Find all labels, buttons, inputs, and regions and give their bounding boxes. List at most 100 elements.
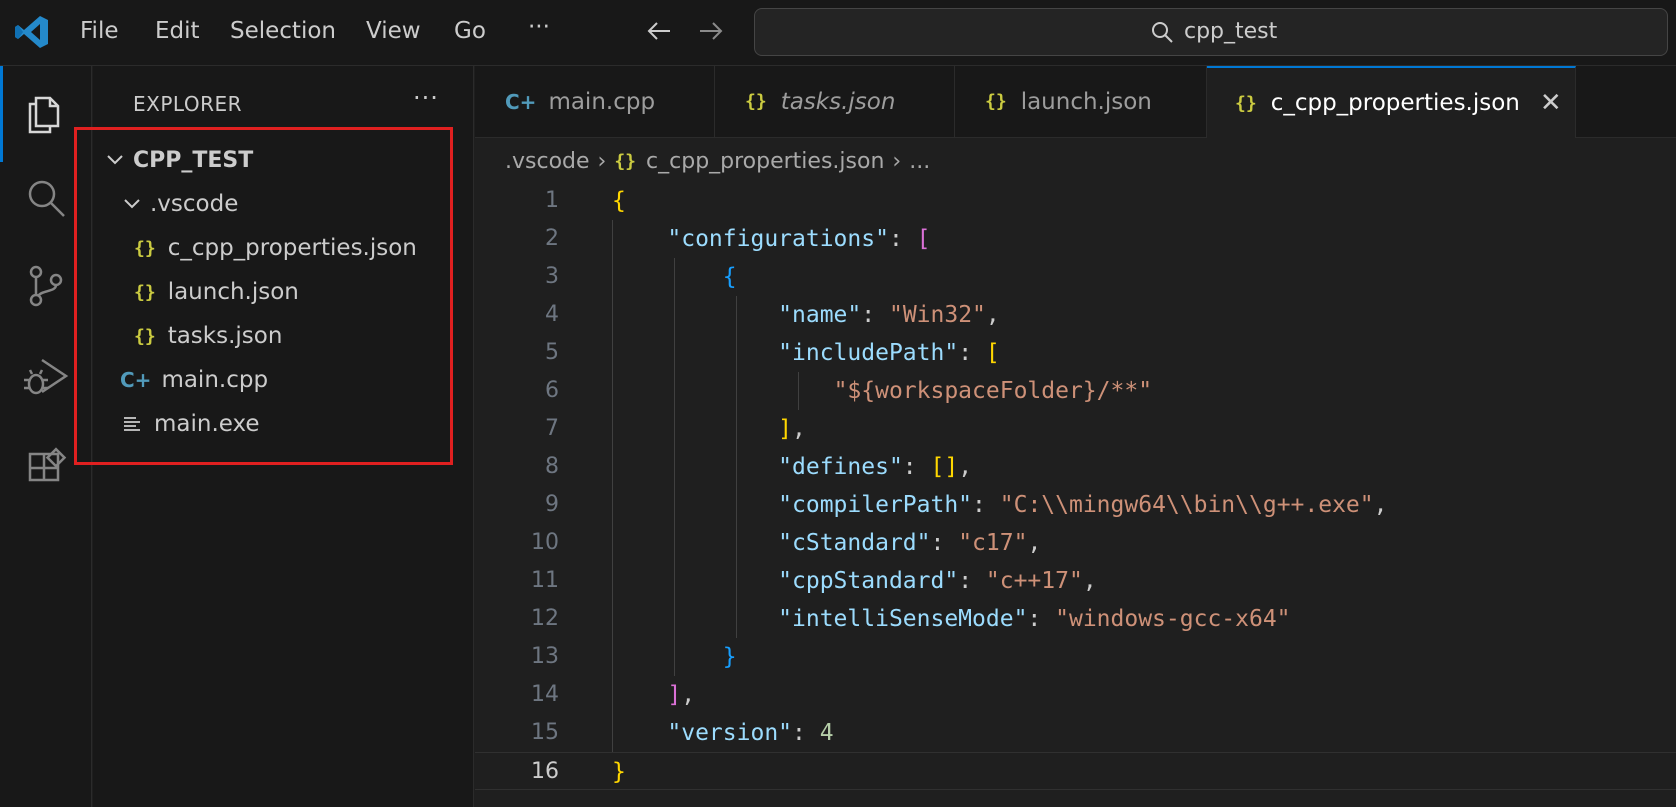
code-token: [] — [930, 454, 959, 480]
code-token: 4 — [819, 720, 834, 746]
code-token: : — [1027, 606, 1056, 632]
search-activity-icon[interactable] — [22, 174, 70, 222]
close-icon[interactable]: ✕ — [1540, 88, 1562, 118]
run-debug-icon[interactable] — [22, 352, 70, 400]
line-number: 5 — [545, 340, 559, 365]
search-text: cpp_test — [1184, 19, 1278, 44]
code-line[interactable]: 16} — [475, 752, 1676, 790]
menu-file[interactable]: File — [80, 18, 119, 44]
code-line[interactable]: 6 "${workspaceFolder}/**" — [475, 372, 1676, 410]
tab-c-cpp-properties-json[interactable]: {} c_cpp_properties.json ✕ — [1207, 66, 1576, 138]
line-number: 12 — [531, 606, 559, 631]
code-line[interactable]: 8 "defines": [], — [475, 448, 1676, 486]
code-line[interactable]: 4 "name": "Win32", — [475, 296, 1676, 334]
line-number: 7 — [545, 416, 559, 441]
code-token: ] — [778, 416, 793, 442]
menu-more-icon[interactable]: ··· — [528, 14, 550, 40]
line-number: 16 — [531, 759, 559, 784]
line-number: 9 — [545, 492, 559, 517]
line-number: 8 — [545, 454, 559, 479]
code-token: : — [902, 454, 931, 480]
code-text: } — [612, 753, 626, 791]
source-control-icon[interactable] — [22, 262, 70, 310]
code-line[interactable]: 2 "configurations": [ — [475, 220, 1676, 258]
code-token: "windows-gcc-x64" — [1055, 606, 1291, 632]
json-icon: {} — [1235, 92, 1257, 114]
code-line[interactable]: 10 "cStandard": "c17", — [475, 524, 1676, 562]
explorer-files-icon[interactable] — [22, 88, 70, 136]
breadcrumb-file[interactable]: c_cpp_properties.json — [646, 149, 884, 174]
code-text: "includePath": [ — [612, 334, 1000, 372]
code-text: "configurations": [ — [612, 220, 930, 258]
code-token: : — [861, 302, 889, 328]
code-text: { — [612, 182, 626, 220]
line-number: 2 — [545, 226, 559, 251]
code-line[interactable]: 11 "cppStandard": "c++17", — [475, 562, 1676, 600]
breadcrumb-folder[interactable]: .vscode — [505, 149, 590, 174]
code-token: : — [972, 492, 1000, 518]
menu-go[interactable]: Go — [454, 18, 486, 44]
breadcrumb-more[interactable]: ... — [909, 149, 930, 174]
code-token: "c17" — [958, 530, 1028, 556]
menu-selection[interactable]: Selection — [230, 18, 336, 44]
active-indicator — [0, 66, 3, 162]
code-line[interactable]: 13 } — [475, 638, 1676, 676]
line-number: 3 — [545, 264, 559, 289]
tab-label: tasks.json — [780, 88, 896, 115]
vscode-logo-icon[interactable] — [14, 14, 50, 50]
code-line[interactable]: 1{ — [475, 182, 1676, 220]
code-text: "${workspaceFolder}/**" — [612, 372, 1153, 410]
code-line[interactable]: 15 "version": 4 — [475, 714, 1676, 752]
code-token: "compilerPath" — [778, 492, 973, 518]
json-icon: {} — [614, 150, 637, 172]
menu-view[interactable]: View — [366, 18, 421, 44]
code-line[interactable]: 7 ], — [475, 410, 1676, 448]
back-arrow-icon[interactable] — [644, 16, 674, 46]
code-token: "name" — [778, 302, 862, 328]
code-text: ], — [612, 676, 695, 714]
code-line[interactable]: 3 { — [475, 258, 1676, 296]
code-text: { — [612, 258, 737, 296]
code-token: "${workspaceFolder}/**" — [833, 378, 1153, 404]
menu-edit[interactable]: Edit — [155, 18, 200, 44]
code-line[interactable]: 9 "compilerPath": "C:\\mingw64\\bin\\g++… — [475, 486, 1676, 524]
code-token: : — [958, 340, 986, 366]
search-icon — [1152, 21, 1173, 43]
title-bar: File Edit Selection View Go ··· cpp_test — [0, 0, 1676, 66]
code-line[interactable]: 12 "intelliSenseMode": "windows-gcc-x64" — [475, 600, 1676, 638]
code-token: "cppStandard" — [778, 568, 959, 594]
code-token: "includePath" — [778, 340, 959, 366]
tab-launch-json[interactable]: {} launch.json — [955, 66, 1207, 137]
code-text: ], — [612, 410, 806, 448]
breadcrumb: .vscode › {} c_cpp_properties.json › ... — [505, 145, 930, 177]
extensions-icon[interactable] — [22, 440, 70, 488]
code-token: "intelliSenseMode" — [778, 606, 1028, 632]
command-center-search[interactable]: cpp_test — [754, 8, 1668, 56]
code-token: , — [985, 302, 1000, 328]
explorer-more-icon[interactable]: ··· — [413, 84, 439, 112]
cpp-icon: C+ — [505, 89, 537, 114]
code-token: "Win32" — [888, 302, 986, 328]
code-line[interactable]: 5 "includePath": [ — [475, 334, 1676, 372]
code-token: } — [722, 644, 737, 670]
line-number: 4 — [545, 302, 559, 327]
line-number: 13 — [531, 644, 559, 669]
chevron-right-icon: › — [597, 148, 607, 174]
code-line[interactable]: 14 ], — [475, 676, 1676, 714]
code-token: , — [1373, 492, 1388, 518]
tab-main-cpp[interactable]: C+ main.cpp — [475, 66, 715, 137]
tab-tasks-json[interactable]: {} tasks.json — [715, 66, 955, 137]
code-token: : — [930, 530, 959, 556]
code-editor[interactable]: 1{2 "configurations": [3 {4 "name": "Win… — [475, 182, 1676, 807]
code-text: "cStandard": "c17", — [612, 524, 1041, 562]
forward-arrow-icon[interactable] — [696, 16, 726, 46]
